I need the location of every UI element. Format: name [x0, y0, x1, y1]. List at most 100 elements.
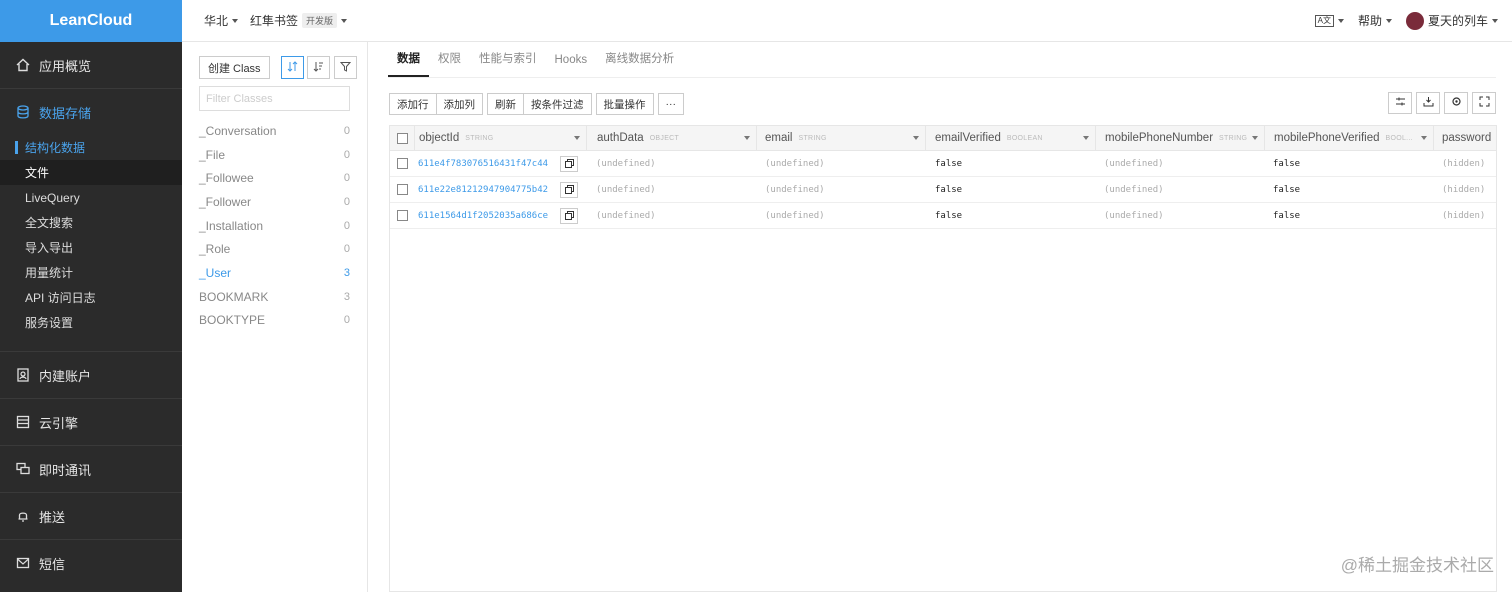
email-cell[interactable]: (undefined) [765, 177, 825, 202]
sidebar-subitem-structured-data[interactable]: 结构化数据 [0, 135, 182, 160]
class-item-booktype[interactable]: BOOKTYPE 0 [199, 309, 350, 333]
row-checkbox-cell [397, 203, 408, 228]
emailverified-cell[interactable]: false [935, 151, 962, 176]
chevron-down-icon[interactable] [913, 136, 919, 140]
brand-logo[interactable]: LeanCloud [0, 0, 182, 42]
sidebar-subitem-fulltext-search[interactable]: 全文搜索 [0, 210, 182, 235]
class-item-installation[interactable]: _Installation 0 [199, 214, 350, 238]
column-header-mobilephonenumber[interactable]: mobilePhoneNumber STRING [1095, 126, 1264, 150]
sort-by-count-button[interactable] [306, 56, 330, 79]
row-checkbox[interactable] [397, 210, 408, 221]
mobilephonenumber-cell[interactable]: (undefined) [1104, 177, 1164, 202]
sidebar-item-storage[interactable]: 数据存储 [0, 89, 182, 135]
class-count: 0 [343, 314, 350, 327]
chevron-down-icon[interactable] [1252, 136, 1258, 140]
password-cell[interactable]: (hidden) [1442, 177, 1485, 202]
class-item-follower[interactable]: _Follower 0 [199, 190, 350, 214]
sidebar-item-instant-messaging[interactable]: 即时通讯 [0, 446, 182, 492]
refresh-button[interactable]: 刷新 [487, 93, 524, 115]
chevron-down-icon[interactable] [744, 136, 750, 140]
sidebar-subitem-usage-stats[interactable]: 用量统计 [0, 260, 182, 285]
nav-section-storage: 数据存储 结构化数据 文件 LiveQuery 全文搜索 导入导出 用量统计 A… [0, 89, 182, 352]
class-item-role[interactable]: _Role 0 [199, 237, 350, 261]
filter-classes-input[interactable] [199, 86, 350, 111]
tab-performance-index[interactable]: 性能与索引 [470, 50, 546, 77]
authdata-cell[interactable]: (undefined) [596, 151, 656, 176]
create-class-button[interactable]: 创建 Class [199, 56, 270, 79]
region-dropdown[interactable]: 华北 [204, 12, 239, 29]
help-dropdown[interactable]: 帮助 [1358, 12, 1392, 29]
language-dropdown[interactable]: A文 [1314, 14, 1344, 27]
sidebar-item-sms[interactable]: 短信 [0, 540, 182, 586]
copy-icon[interactable] [560, 181, 578, 198]
mobilephonenumber-cell[interactable]: (undefined) [1104, 151, 1164, 176]
objectid-cell[interactable]: 611e4f783076516431f47c44 [418, 151, 548, 176]
class-item-file[interactable]: _File 0 [199, 143, 350, 167]
class-item-conversation[interactable]: _Conversation 0 [199, 119, 350, 143]
add-column-button[interactable]: 添加列 [435, 93, 483, 115]
mobilephonenumber-cell[interactable]: (undefined) [1104, 203, 1164, 228]
app-dropdown[interactable]: 红隼书签 开发版 [250, 12, 348, 29]
tab-data[interactable]: 数据 [388, 50, 429, 77]
sidebar-item-cloud-engine[interactable]: 云引擎 [0, 399, 182, 445]
column-settings-button[interactable] [1388, 92, 1412, 114]
chevron-down-icon[interactable] [1421, 136, 1427, 140]
settings-button[interactable] [1444, 92, 1468, 114]
email-cell[interactable]: (undefined) [765, 151, 825, 176]
fullscreen-button[interactable] [1472, 92, 1496, 114]
add-row-button[interactable]: 添加行 [389, 93, 437, 115]
column-header-email[interactable]: email STRING [756, 126, 925, 150]
tab-permissions[interactable]: 权限 [429, 50, 470, 77]
objectid-cell[interactable]: 611e22e81212947904775b42 [418, 177, 548, 202]
column-header-mobilephoneverified[interactable]: mobilePhoneVerified BOOL... [1264, 126, 1433, 150]
sidebar-item-label: 短信 [39, 556, 66, 572]
chevron-down-icon[interactable] [1083, 136, 1089, 140]
select-all-checkbox[interactable] [397, 132, 408, 144]
user-menu[interactable]: 夏天的列车 [1405, 11, 1498, 30]
mobilephoneverified-cell[interactable]: false [1273, 203, 1300, 228]
copy-icon[interactable] [560, 207, 578, 224]
class-item-bookmark[interactable]: BOOKMARK 3 [199, 285, 350, 309]
sidebar-subitem-files[interactable]: 文件 [0, 160, 182, 185]
tab-offline-analysis[interactable]: 离线数据分析 [596, 50, 683, 77]
class-count: 0 [343, 243, 350, 256]
column-header-objectid[interactable]: objectId STRING [414, 126, 586, 150]
class-item-user[interactable]: _User 3 [199, 261, 350, 285]
mobilephoneverified-cell[interactable]: false [1273, 177, 1300, 202]
export-button[interactable] [1416, 92, 1440, 114]
sidebar-subitem-import-export[interactable]: 导入导出 [0, 235, 182, 260]
emailverified-cell[interactable]: false [935, 177, 962, 202]
class-name: _Installation [199, 218, 264, 233]
chevron-down-icon[interactable] [574, 136, 580, 140]
sidebar-item-accounts[interactable]: 内建账户 [0, 352, 182, 398]
sidebar-item-overview[interactable]: 应用概览 [0, 42, 182, 88]
emailverified-cell[interactable]: false [935, 203, 962, 228]
column-header-emailverified[interactable]: emailVerified BOOLEAN [925, 126, 1095, 150]
objectid-cell[interactable]: 611e1564d1f2052035a686ce [418, 203, 548, 228]
row-checkbox[interactable] [397, 158, 408, 169]
conditional-filter-button[interactable]: 按条件过滤 [523, 93, 592, 115]
column-header-authdata[interactable]: authData OBJECT [586, 126, 756, 150]
filter-button[interactable] [333, 56, 357, 79]
more-button[interactable]: ··· [657, 93, 684, 115]
data-toolbar: 添加行 添加列 刷新 按条件过滤 批量操作 ··· [389, 93, 684, 115]
password-cell[interactable]: (hidden) [1442, 151, 1485, 176]
column-header-password[interactable]: password [1433, 126, 1496, 150]
authdata-cell[interactable]: (undefined) [596, 203, 656, 228]
copy-icon[interactable] [560, 155, 578, 172]
password-cell[interactable]: (hidden) [1442, 203, 1485, 228]
email-cell[interactable]: (undefined) [765, 203, 825, 228]
sort-by-name-button[interactable] [280, 56, 304, 79]
authdata-cell[interactable]: (undefined) [596, 177, 656, 202]
sort-desc-icon [313, 61, 324, 75]
mobilephoneverified-cell[interactable]: false [1273, 151, 1300, 176]
table-header: objectId STRING authData OBJECT email STRIN… [390, 126, 1496, 151]
tab-hooks[interactable]: Hooks [546, 54, 597, 77]
class-item-followee[interactable]: _Followee 0 [199, 166, 350, 190]
sidebar-subitem-settings[interactable]: 服务设置 [0, 310, 182, 335]
batch-operation-button[interactable]: 批量操作 [595, 93, 654, 115]
sidebar-subitem-livequery[interactable]: LiveQuery [0, 185, 182, 210]
row-checkbox[interactable] [397, 184, 408, 195]
sidebar-item-push[interactable]: 推送 [0, 493, 182, 539]
sidebar-subitem-api-logs[interactable]: API 访问日志 [0, 285, 182, 310]
